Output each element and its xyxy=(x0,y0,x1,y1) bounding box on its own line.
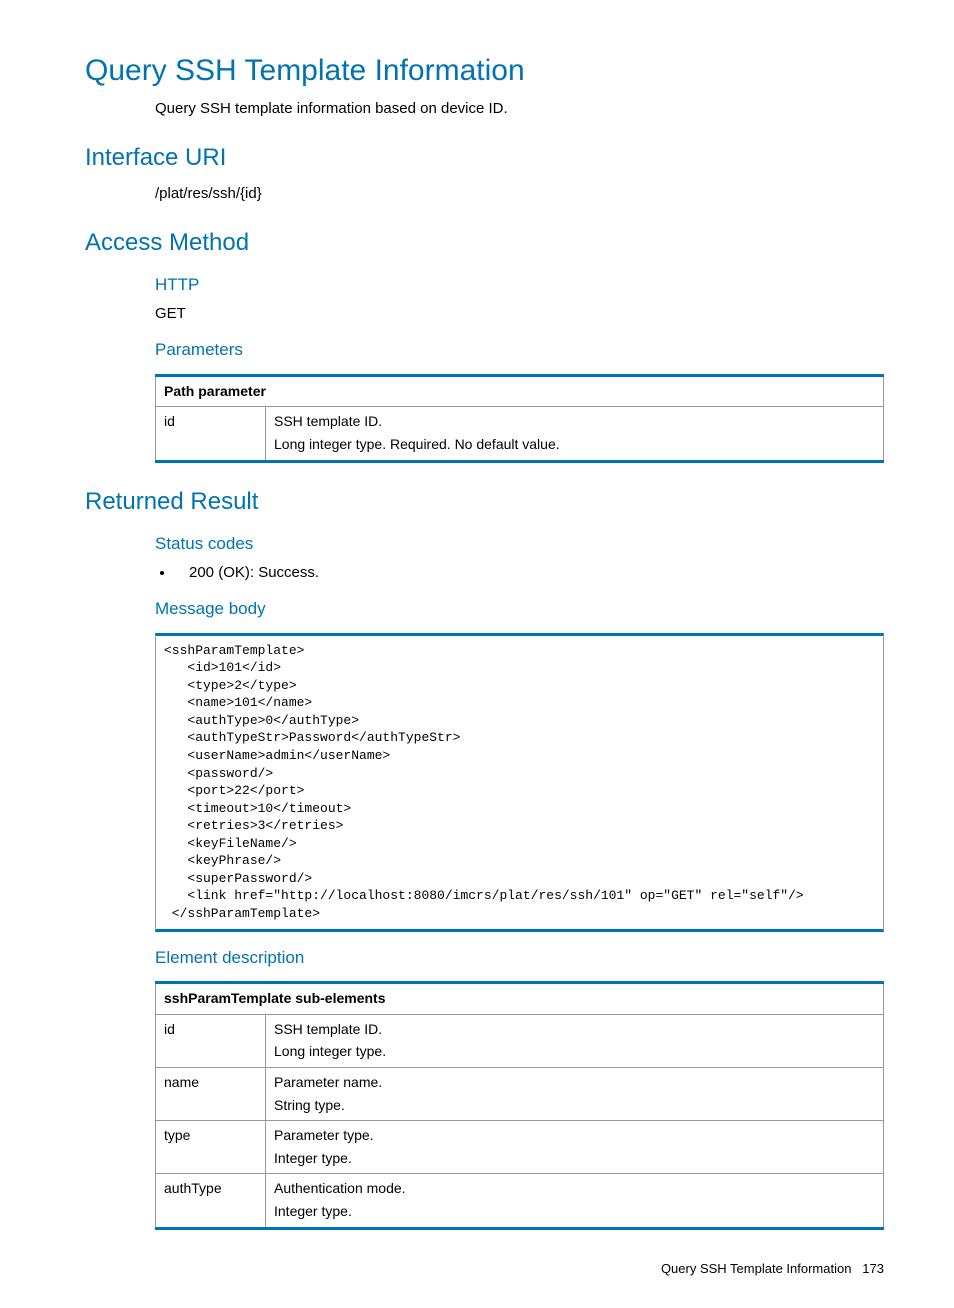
element-description-table: sshParamTemplate sub-elements id SSH tem… xyxy=(155,981,884,1229)
table-row: type Parameter type. Integer type. xyxy=(156,1121,884,1174)
elem-desc: SSH template ID. Long integer type. xyxy=(266,1014,884,1067)
table-row: id SSH template ID. Long integer type. R… xyxy=(156,407,884,461)
http-value: GET xyxy=(155,303,884,324)
elem-name: id xyxy=(156,1014,266,1067)
page-title: Query SSH Template Information xyxy=(85,50,884,92)
status-code-item: 200 (OK): Success. xyxy=(175,562,884,583)
page-footer: Query SSH Template Information 173 xyxy=(85,1260,884,1278)
param-desc: SSH template ID. Long integer type. Requ… xyxy=(266,407,884,461)
path-param-header: Path parameter xyxy=(156,375,884,407)
status-codes-label: Status codes xyxy=(155,532,884,556)
http-label: HTTP xyxy=(155,273,884,297)
parameters-label: Parameters xyxy=(155,338,884,362)
elem-name: authType xyxy=(156,1174,266,1228)
access-method-heading: Access Method xyxy=(85,226,884,260)
interface-uri-heading: Interface URI xyxy=(85,141,884,175)
elem-name: type xyxy=(156,1121,266,1174)
elem-desc: Parameter name. String type. xyxy=(266,1068,884,1121)
elem-desc: Parameter type. Integer type. xyxy=(266,1121,884,1174)
status-codes-list: 200 (OK): Success. xyxy=(175,562,884,583)
message-body-label: Message body xyxy=(155,597,884,621)
table-row: id SSH template ID. Long integer type. xyxy=(156,1014,884,1067)
elem-desc-header: sshParamTemplate sub-elements xyxy=(156,983,884,1015)
footer-title: Query SSH Template Information xyxy=(661,1261,852,1276)
table-row: authType Authentication mode. Integer ty… xyxy=(156,1174,884,1228)
elem-name: name xyxy=(156,1068,266,1121)
page-description: Query SSH template information based on … xyxy=(155,98,884,119)
path-parameter-table: Path parameter id SSH template ID. Long … xyxy=(155,374,884,463)
table-row: name Parameter name. String type. xyxy=(156,1068,884,1121)
returned-result-heading: Returned Result xyxy=(85,485,884,519)
elem-desc: Authentication mode. Integer type. xyxy=(266,1174,884,1228)
message-body-code: <sshParamTemplate> <id>101</id> <type>2<… xyxy=(155,633,884,932)
element-description-label: Element description xyxy=(155,946,884,970)
footer-page-number: 173 xyxy=(862,1261,884,1276)
param-name: id xyxy=(156,407,266,461)
interface-uri-value: /plat/res/ssh/{id} xyxy=(155,183,884,204)
